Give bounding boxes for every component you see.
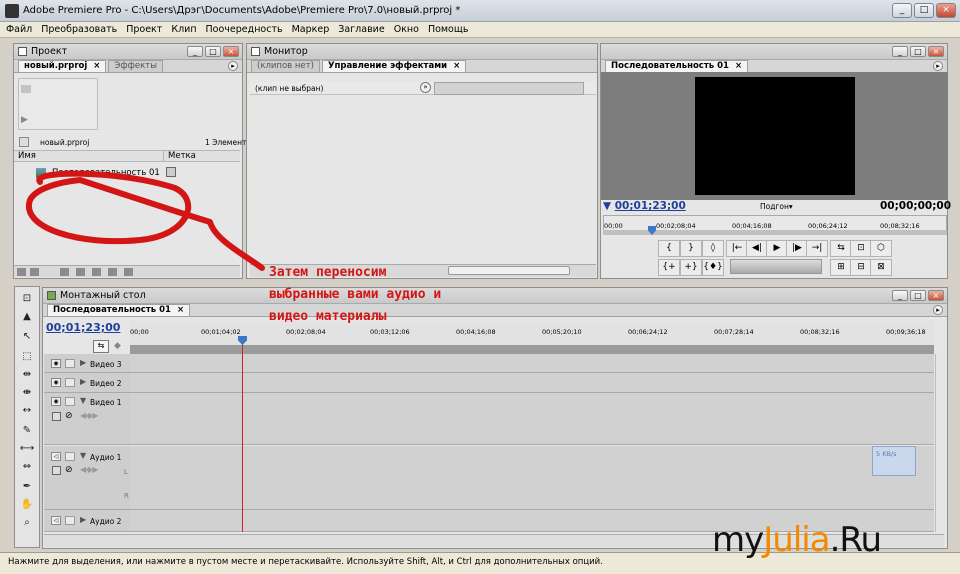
annotation-line: видео материалы	[269, 309, 387, 324]
watermark-part: .Ru	[829, 520, 882, 560]
watermark-logo: myJulia.Ru	[712, 520, 882, 560]
annotation-line: выбранные вами аудио и	[269, 287, 442, 302]
watermark-part: Julia	[763, 520, 830, 560]
annotation-line: Затем переносим	[269, 265, 387, 280]
watermark-part: my	[712, 520, 764, 560]
status-text: Нажмите для выделения, или нажмите в пус…	[8, 557, 603, 567]
circle-arrow-stroke	[25, 170, 265, 271]
annotation-text: Затем переносим выбранные вами аудио и в…	[269, 262, 441, 328]
red-annotation-scribble	[25, 170, 265, 271]
